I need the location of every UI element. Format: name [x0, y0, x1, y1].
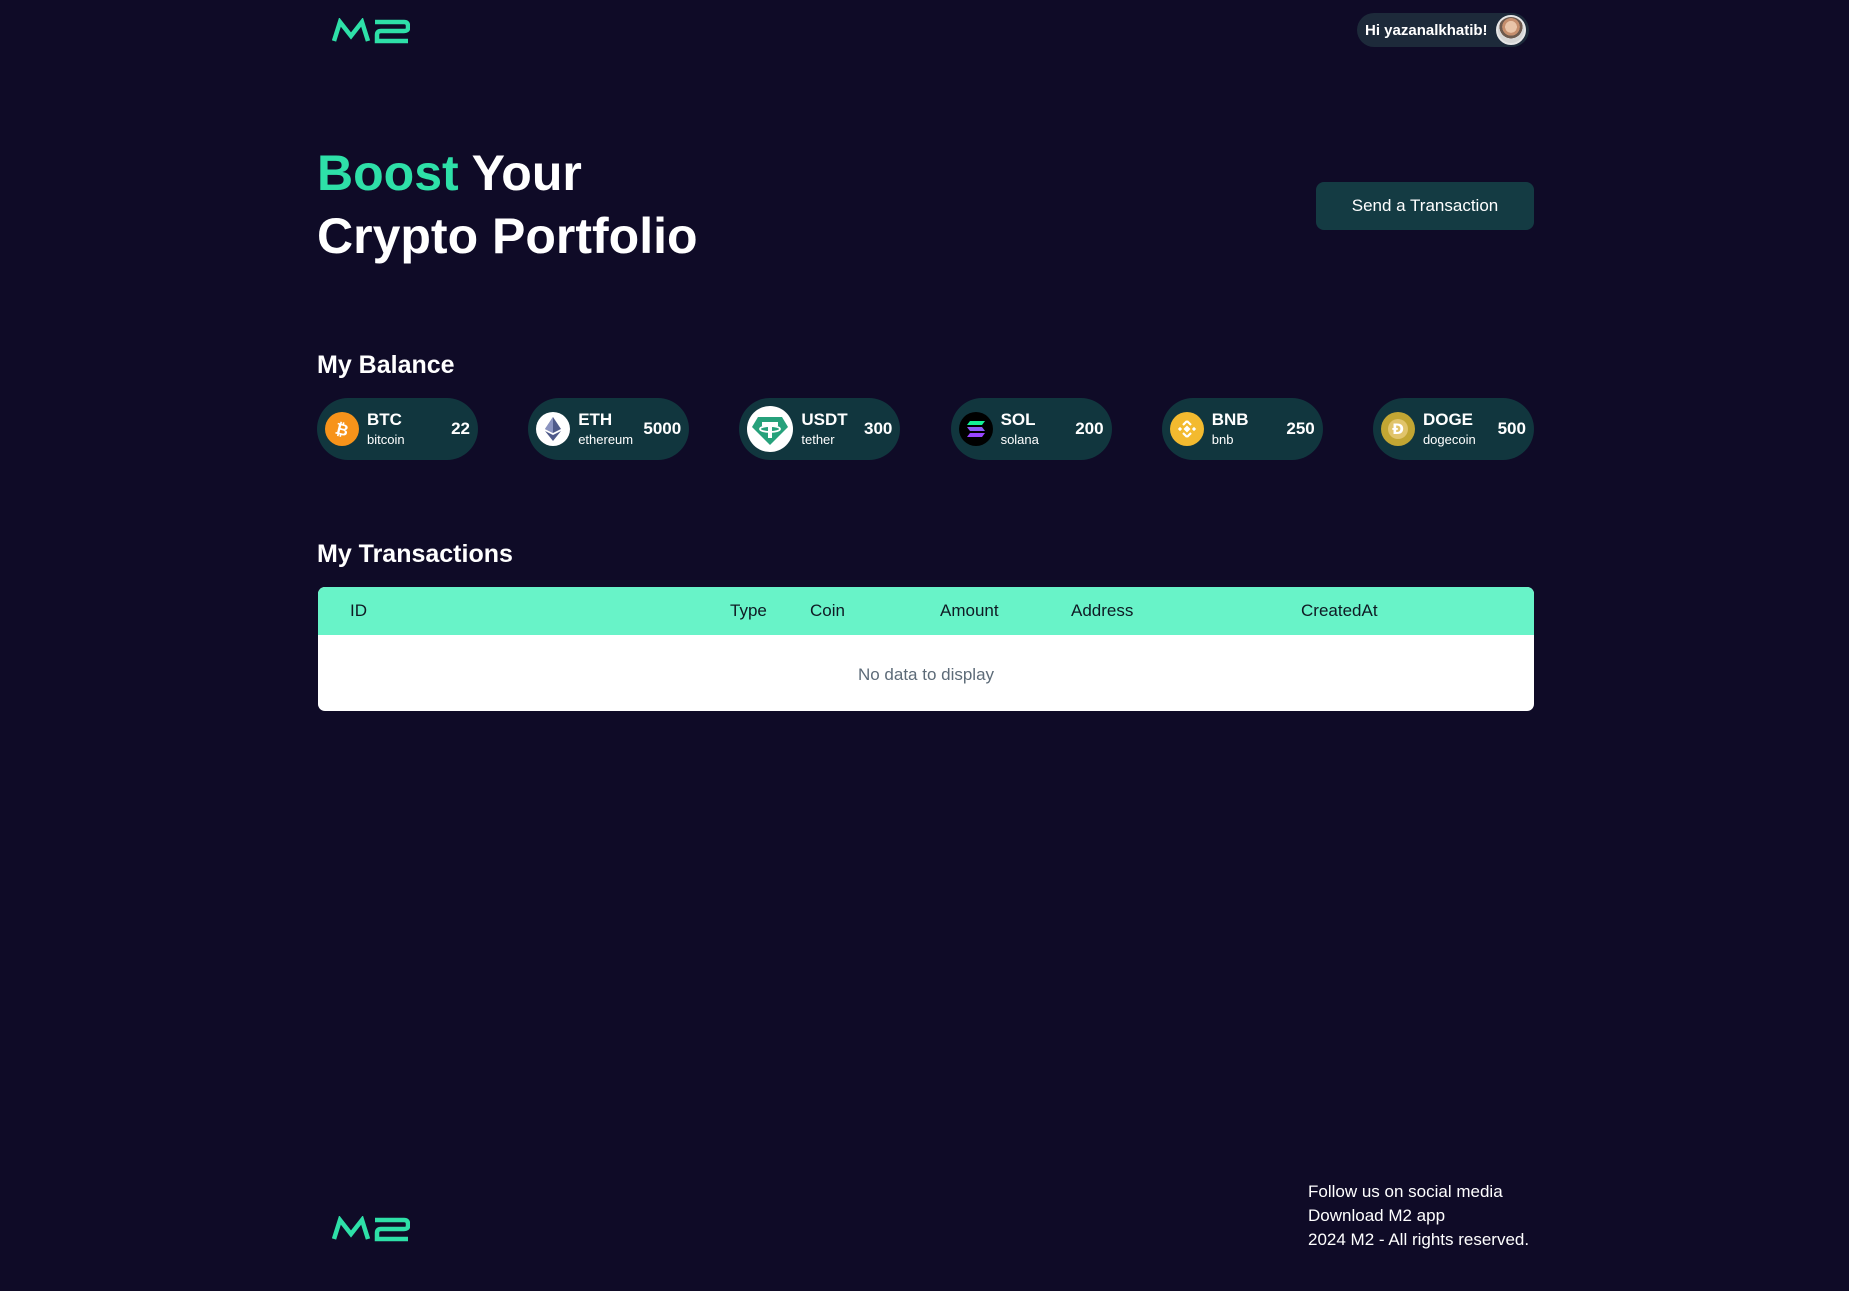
column-header-id[interactable]: ID — [350, 587, 367, 635]
page: Hi yazanalkhatib! Boost Your Crypto Port… — [0, 0, 1849, 1291]
coin-name: solana — [1000, 432, 1039, 447]
transactions-table: ID Type Coin Amount Address CreatedAt No… — [318, 587, 1534, 711]
hero-title-line2: Crypto Portfolio — [317, 208, 698, 264]
coin-card-btc[interactable]: ₿ BTC bitcoin 22 — [317, 398, 478, 460]
tether-icon — [747, 406, 794, 452]
coin-name: tether — [801, 432, 835, 447]
table-header: ID Type Coin Amount Address CreatedAt — [318, 587, 1534, 635]
user-menu[interactable]: Hi yazanalkhatib! — [1357, 13, 1529, 47]
coin-amount: 200 — [1075, 419, 1104, 438]
transactions-title: My Transactions — [317, 540, 513, 568]
coin-amount: 500 — [1497, 419, 1526, 438]
bitcoin-icon: ₿ — [325, 412, 359, 446]
coin-symbol: USDT — [801, 410, 848, 429]
coin-name: bnb — [1211, 432, 1234, 447]
coin-card-usdt[interactable]: USDT tether 300 — [739, 398, 901, 460]
balance-list: ₿ BTC bitcoin 22 ETH ethereum 5000 USDT … — [317, 398, 1534, 460]
bnb-icon — [1169, 412, 1204, 446]
coin-card-eth[interactable]: ETH ethereum 5000 — [528, 398, 690, 460]
coin-amount: 300 — [864, 419, 893, 438]
m2-logo[interactable] — [332, 18, 410, 44]
user-avatar[interactable] — [1495, 15, 1526, 45]
footer-links: Follow us on social media Download M2 ap… — [1308, 1180, 1529, 1252]
svg-text:Ð: Ð — [1392, 422, 1404, 438]
coin-symbol: ETH — [578, 410, 613, 429]
footer-social-link[interactable]: Follow us on social media — [1308, 1180, 1529, 1204]
coin-name: bitcoin — [367, 432, 405, 447]
svg-text:₿: ₿ — [333, 419, 350, 439]
hero-title-line1: Your — [471, 145, 582, 201]
balance-title: My Balance — [317, 351, 455, 379]
column-header-amount[interactable]: Amount — [940, 587, 999, 635]
dogecoin-icon: Ð — [1380, 412, 1415, 446]
column-header-type[interactable]: Type — [730, 587, 767, 635]
ethereum-icon — [536, 412, 571, 446]
footer-m2-logo[interactable] — [332, 1216, 410, 1242]
coin-symbol: BTC — [367, 410, 402, 429]
send-transaction-button[interactable]: Send a Transaction — [1316, 182, 1534, 230]
footer-copyright: 2024 M2 - All rights reserved. — [1308, 1230, 1530, 1249]
coin-symbol: SOL — [1000, 410, 1036, 429]
empty-state-message: No data to display — [857, 665, 995, 684]
coin-symbol: BNB — [1211, 410, 1249, 429]
solana-icon — [958, 412, 993, 446]
column-header-coin[interactable]: Coin — [810, 587, 845, 635]
footer-download-link[interactable]: Download M2 app — [1308, 1204, 1529, 1228]
coin-name: dogecoin — [1422, 432, 1476, 447]
coin-name: ethereum — [578, 432, 634, 447]
coin-amount: 22 — [451, 419, 470, 438]
hero-title: Boost Your Crypto Portfolio — [317, 142, 698, 268]
coin-card-doge[interactable]: Ð DOGE dogecoin 500 — [1372, 398, 1534, 460]
coin-card-bnb[interactable]: BNB bnb 250 — [1161, 398, 1323, 460]
coin-amount: 5000 — [643, 419, 682, 438]
coin-symbol: DOGE — [1422, 410, 1473, 429]
column-header-createdat[interactable]: CreatedAt — [1301, 587, 1378, 635]
coin-amount: 250 — [1286, 419, 1315, 438]
column-header-address[interactable]: Address — [1071, 587, 1133, 635]
user-greeting: Hi yazanalkhatib! — [1365, 21, 1488, 39]
hero-title-accent: Boost — [317, 145, 459, 201]
coin-card-sol[interactable]: SOL solana 200 — [950, 398, 1112, 460]
